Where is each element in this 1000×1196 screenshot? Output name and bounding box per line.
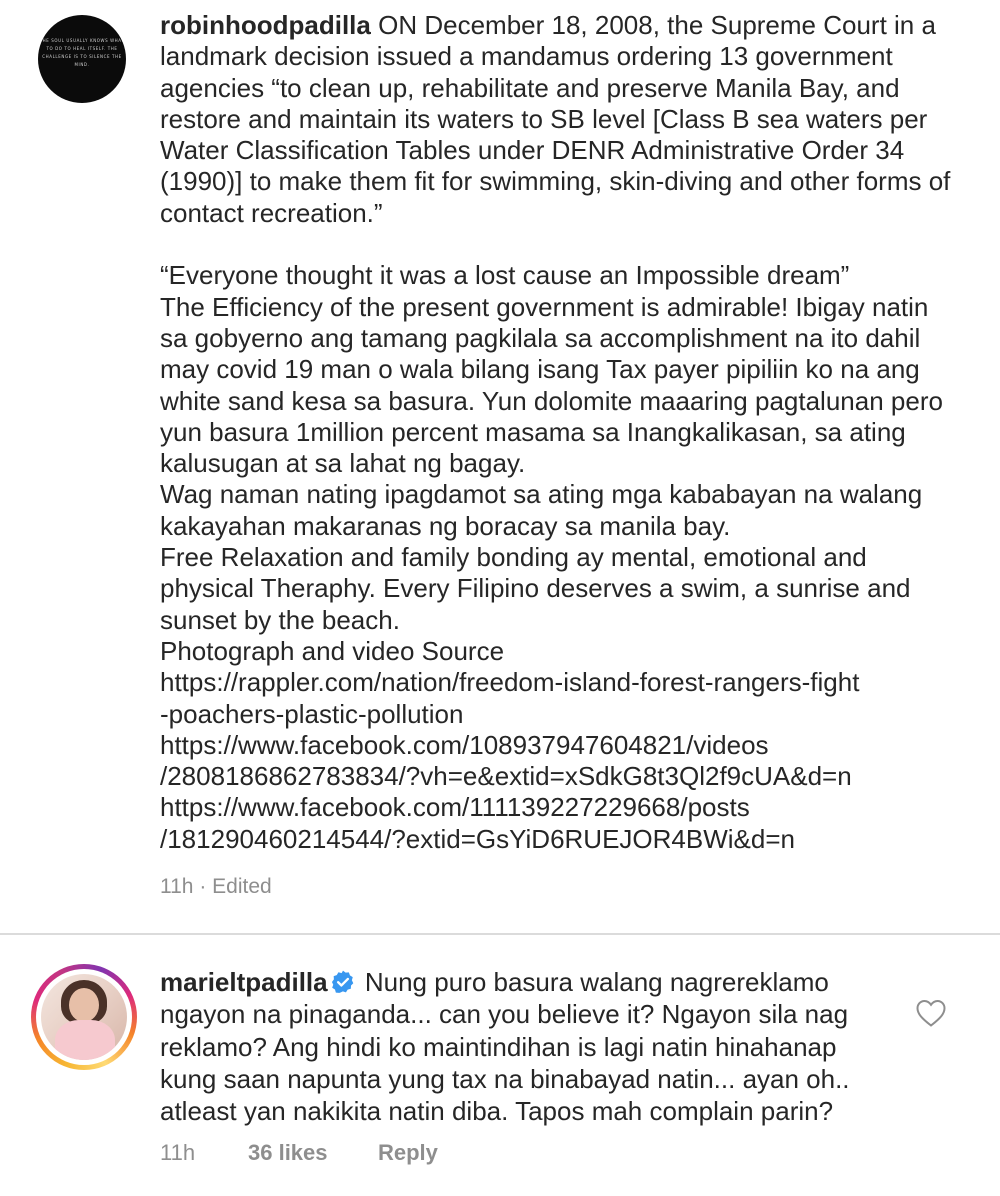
post-caption-text: ON December 18, 2008, the Supreme Court … xyxy=(160,10,951,854)
comment-username[interactable]: marieltpadilla xyxy=(160,967,328,997)
post-timestamp: 11h · Edited xyxy=(160,875,272,898)
comment-timestamp: 11h xyxy=(160,1140,196,1165)
robinhoodpadilla-avatar[interactable]: THE SOUL USUALLY KNOWS WHAT TO DO TO HEA… xyxy=(38,15,126,103)
divider xyxy=(0,933,1000,935)
post-caption: robinhoodpadilla ON December 18, 2008, t… xyxy=(160,10,960,855)
comment: marieltpadilla Nung puro basura walang n… xyxy=(160,966,890,1127)
comment-likes[interactable]: 36 likes xyxy=(248,1140,378,1166)
avatar-face xyxy=(69,988,99,1022)
post-username[interactable]: robinhoodpadilla xyxy=(160,10,371,40)
marieltpadilla-avatar[interactable] xyxy=(41,974,127,1060)
comment-meta: 11h 36 likes Reply xyxy=(160,1140,438,1166)
avatar-dress xyxy=(55,1020,115,1060)
verified-badge-icon xyxy=(331,970,353,993)
heart-icon[interactable] xyxy=(915,998,947,1028)
reply-button[interactable]: Reply xyxy=(378,1140,438,1166)
story-ring-inner xyxy=(36,969,132,1065)
avatar-quote-text: THE SOUL USUALLY KNOWS WHAT TO DO TO HEA… xyxy=(39,38,125,67)
story-ring[interactable] xyxy=(31,964,137,1070)
